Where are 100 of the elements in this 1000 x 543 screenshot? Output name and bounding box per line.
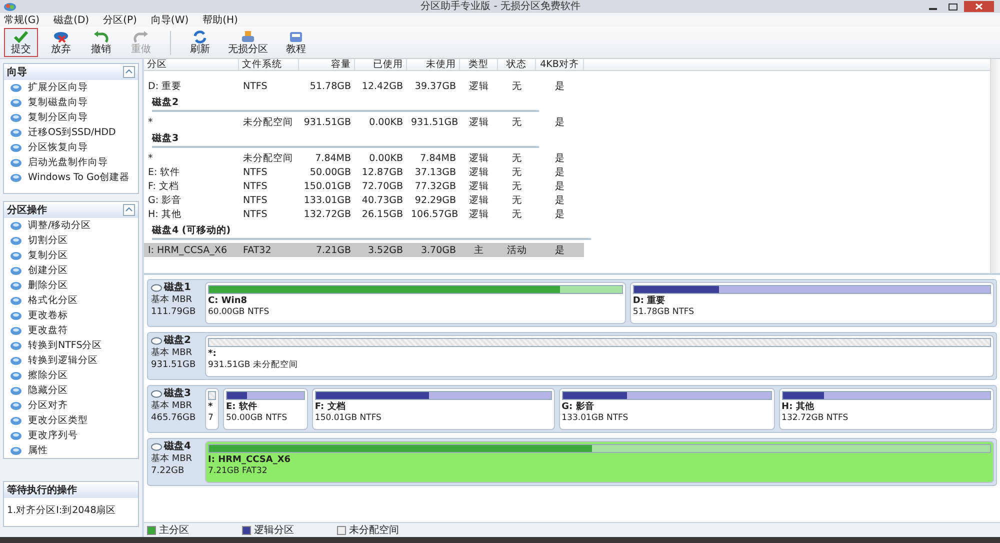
table-row[interactable]: E: 软件 NTFS 50.00GB 12.87GB 37.13GB 逻辑 无 是 [144,165,584,179]
disk-icon [10,82,22,92]
disk-icon [10,416,22,426]
panel-item[interactable]: 转换到逻辑分区 [4,353,138,368]
panel-item[interactable]: 更改卷标 [4,308,138,323]
table-row[interactable]: D: 重要 NTFS 51.78GB 12.42GB 39.37GB 逻辑 无 是 [144,79,584,93]
panel-item[interactable]: 调整/移动分区 [4,218,138,233]
disk-icon [10,220,22,230]
column-header[interactable]: 4KB对齐 [536,59,584,70]
toolbar-button[interactable]: 刷新 [183,28,217,57]
panel-item[interactable]: 属性 [4,443,138,458]
disk-icon [10,280,22,290]
table-cell-text: 逻辑 [468,152,490,164]
table-cell-text: I: HRM_CCSA_X6 [147,244,228,256]
disk-size: 465.76GB [151,412,197,424]
column-header[interactable]: 容量 [299,59,355,70]
toolbar-button[interactable]: 教程 [279,28,313,57]
undo-icon [93,30,109,44]
disk-icon [10,386,22,396]
table-cell-text: 无 [511,152,523,164]
partition-block[interactable]: F: 文档 150.01GB NTFS [312,388,555,430]
partition-info: 150.01GB NTFS [314,413,382,424]
collapse-icon[interactable] [123,66,135,78]
panel-item[interactable]: 迁移OS到SSD/HDD [4,125,138,140]
table-row[interactable]: I: HRM_CCSA_X6 FAT32 7.21GB 3.52GB 3.70GB 主 活动 是 [144,243,584,257]
panel-item[interactable]: 更改序列号 [4,428,138,443]
partition-block[interactable]: I: HRM_CCSA_X6 7.21GB FAT32 [205,441,994,483]
table-cell-text: 50.00GB [308,166,352,178]
table-row[interactable]: * 未分配空间 931.51GB 0.00KB 931.51GB 逻辑 无 是 [144,115,584,129]
panel-item[interactable]: 分区对齐 [4,398,138,413]
partition-info: 7 [208,413,214,424]
partition-block[interactable]: H: 其他 132.72GB NTFS [778,388,994,430]
column-header[interactable]: 类型 [460,59,498,70]
menu-item[interactable]: 常规(G) [4,13,40,27]
legend-swatch-icon [337,526,346,534]
partition-block[interactable]: *: 931.51GB 未分配空间 [205,335,994,377]
partition-label: D: 重要 [632,296,666,307]
disk-icon [10,326,22,336]
partition-block[interactable]: D: 重要 51.78GB NTFS [630,282,994,324]
table-cell-text: FAT32 [242,244,272,256]
table-cell-text: 72.70GB [360,180,404,192]
panel-item[interactable]: 复制分区 [4,248,138,263]
toolbar-button[interactable]: 撤销 [84,28,118,57]
table-cell-text: 是 [554,116,566,128]
toolbar-button[interactable]: 无损分区 [223,28,273,57]
table-cell-text: 逻辑 [468,80,490,92]
disk-icon [10,296,22,306]
table-cell-text: 0.00KB [368,152,404,164]
column-header[interactable]: 未使用 [407,59,460,70]
panel-item[interactable]: 隐藏分区 [4,383,138,398]
disk-icon [10,310,22,320]
disk-icon [10,370,22,380]
panel-item[interactable]: 启动光盘制作向导 [4,155,138,170]
panel-item[interactable]: 格式化分区 [4,293,138,308]
table-cell-text: E: 软件 [147,166,182,178]
close-icon[interactable] [964,1,994,12]
panel-item[interactable]: 复制磁盘向导 [4,95,138,110]
panel-item[interactable]: Windows To Go创建器 [4,170,138,185]
column-header[interactable]: 文件系统 [239,59,299,70]
panel-item[interactable]: 切割分区 [4,233,138,248]
table-cell-text: H: 其他 [147,208,182,220]
menu-item[interactable]: 分区(P) [103,13,137,27]
partition-block[interactable]: * 7 [205,388,219,430]
table-cell-text: 无 [511,208,523,220]
pending-operation: 1.对齐分区I:到2048扇区 [6,504,118,518]
table-cell-text: 无 [511,80,523,92]
partition-block[interactable]: E: 软件 50.00GB NTFS [223,388,308,430]
partition-label: *: [208,349,218,360]
disk-icon [10,158,22,168]
panel-item[interactable]: 更改分区类型 [4,413,138,428]
legend-label: 未分配空间 [349,524,399,537]
column-header[interactable]: 分区 [144,59,239,70]
panel-item[interactable]: 分区恢复向导 [4,140,138,155]
disk-icon [151,390,162,398]
panel-item[interactable]: 转换到NTFS分区 [4,338,138,353]
toolbar-button[interactable]: 提交 [4,28,38,57]
table-row[interactable]: G: 影音 NTFS 133.01GB 40.73GB 92.29GB 逻辑 无 是 [144,193,584,207]
disk-icon [10,112,22,122]
partition-block[interactable]: G: 影音 133.01GB NTFS [558,388,775,430]
panel-item[interactable]: 删除分区 [4,278,138,293]
menu-item[interactable]: 帮助(H) [202,13,238,27]
scrollbar[interactable] [990,59,1000,273]
toolbar-button[interactable]: 放弃 [44,28,78,57]
panel-item[interactable]: 扩展分区向导 [4,80,138,95]
menu-item[interactable]: 磁盘(D) [54,13,90,27]
menu-item[interactable]: 向导(W) [150,13,189,27]
panel-item[interactable]: 复制分区向导 [4,110,138,125]
table-cell-text: 51.78GB [308,80,352,92]
disk-name: 磁盘4 [164,441,191,453]
partition-block[interactable]: C: Win8 60.00GB NTFS [205,282,626,324]
table-row[interactable]: * 未分配空间 7.84MB 0.00KB 7.84MB 逻辑 无 是 [144,151,584,165]
panel-item[interactable]: 擦除分区 [4,368,138,383]
collapse-icon[interactable] [123,204,135,216]
column-header[interactable]: 已使用 [355,59,407,70]
table-row[interactable]: F: 文档 NTFS 150.01GB 72.70GB 77.32GB 逻辑 无 是 [144,179,584,193]
table-row[interactable]: H: 其他 NTFS 132.72GB 26.15GB 106.57GB 逻辑 无 是 [144,207,584,221]
table-cell-text: NTFS [242,166,268,178]
column-header[interactable]: 状态 [498,59,536,70]
panel-item[interactable]: 创建分区 [4,263,138,278]
panel-item[interactable]: 更改盘符 [4,323,138,338]
